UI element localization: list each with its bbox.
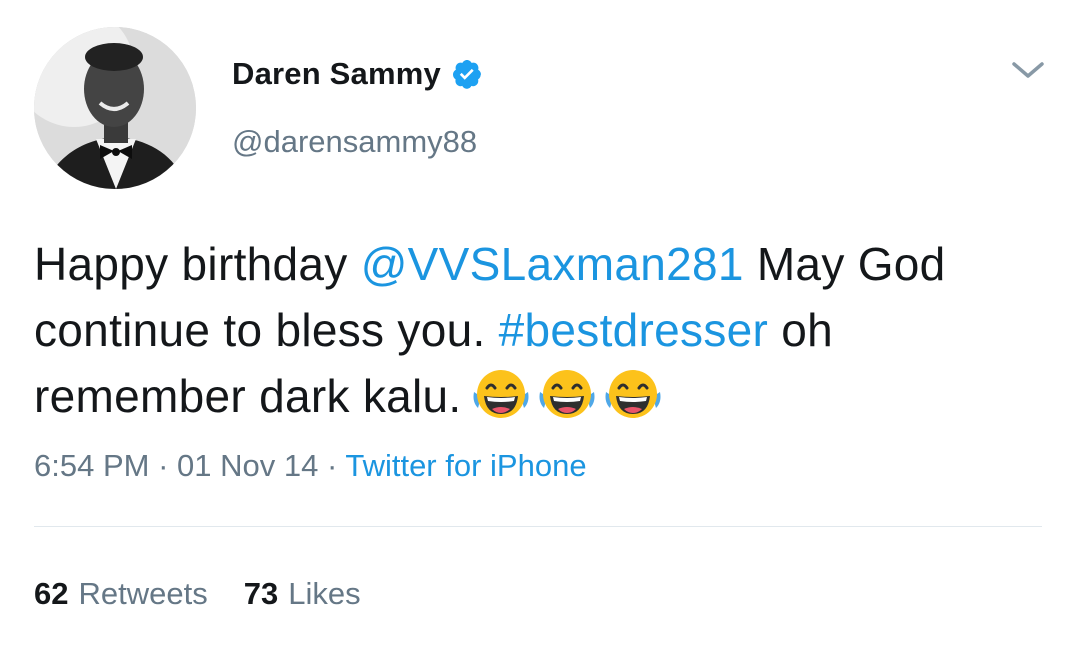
face-with-tears-of-joy-icon xyxy=(470,368,532,420)
tweet-time[interactable]: 6:54 PM xyxy=(34,448,149,483)
face-with-tears-of-joy-icon xyxy=(536,368,598,420)
tweet-meta: 6:54 PM · 01 Nov 14 · Twitter for iPhone xyxy=(34,448,587,484)
avatar[interactable] xyxy=(34,27,196,189)
emoji-group xyxy=(470,368,664,420)
retweets-stat[interactable]: 62 Retweets xyxy=(34,576,208,612)
user-name-row[interactable]: Daren Sammy xyxy=(232,54,483,94)
meta-separator: · xyxy=(318,448,346,483)
verified-badge-icon xyxy=(451,58,483,90)
likes-stat[interactable]: 73 Likes xyxy=(244,576,361,612)
chevron-down-icon[interactable] xyxy=(1008,56,1048,84)
likes-count: 73 xyxy=(243,576,279,611)
hashtag-link[interactable]: #bestdresser xyxy=(499,304,769,356)
meta-separator: · xyxy=(149,448,178,483)
retweets-label: Retweets xyxy=(78,576,208,611)
divider xyxy=(34,526,1042,527)
user-handle[interactable]: @darensammy88 xyxy=(232,124,477,160)
tweet-text: Happy birthday @VVSLaxman281 May God con… xyxy=(34,231,1044,429)
tweet-source-link[interactable]: Twitter for iPhone xyxy=(345,448,586,483)
tweet-text-part1: Happy birthday xyxy=(34,238,361,290)
tweet-stats: 62 Retweets 73 Likes xyxy=(34,576,361,612)
likes-label: Likes xyxy=(288,576,361,611)
retweets-count: 62 xyxy=(34,576,69,611)
tweet-card: Daren Sammy @darensammy88 Happy birthday… xyxy=(0,0,1078,658)
mention-link[interactable]: @VVSLaxman281 xyxy=(361,238,744,290)
face-with-tears-of-joy-icon xyxy=(602,368,664,420)
tweet-date[interactable]: 01 Nov 14 xyxy=(177,448,318,483)
display-name[interactable]: Daren Sammy xyxy=(232,56,441,92)
